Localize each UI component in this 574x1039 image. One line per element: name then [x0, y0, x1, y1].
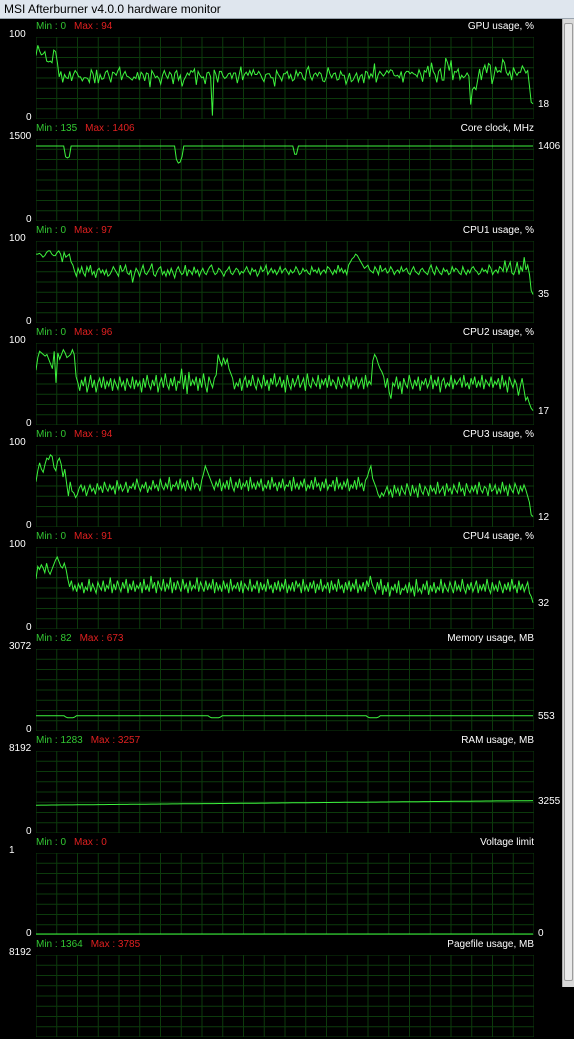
graph-title: CPU3 usage, % [462, 429, 534, 440]
max-value: Max : 3785 [90, 939, 141, 950]
min-value: Min : 0 [36, 531, 67, 542]
y-axis-max-label: 100 [9, 437, 26, 448]
graph-svg [36, 751, 534, 833]
y-axis-max-label: 3072 [9, 641, 32, 652]
min-value: Min : 82 [36, 633, 72, 644]
graph-svg [36, 955, 534, 1037]
current-value-label: 3255 [538, 796, 561, 807]
y-axis-max-label: 8192 [9, 743, 32, 754]
min-value: Min : 0 [36, 837, 67, 848]
graph-title: RAM usage, MB [461, 735, 534, 746]
current-value-label: 32 [538, 598, 550, 609]
current-value-label: 1406 [538, 141, 561, 152]
graph-title: CPU4 usage, % [462, 531, 534, 542]
graph-panel-gpu-usage: Min : 0 Max : 94 GPU usage, % 100 0 18 [0, 19, 562, 123]
min-max-readout: Min : 0 Max : 0 [36, 837, 107, 848]
graph-plot-area [36, 343, 534, 425]
graph-panel-memory-usage: Min : 82 Max : 673 Memory usage, MB 3072 0 55… [0, 631, 562, 735]
y-axis-max-label: 8192 [9, 947, 32, 958]
graph-panel-core-clock: Min : 135 Max : 1406 Core clock, MHz 1500 0 1… [0, 121, 562, 225]
graph-panel-cpu1-usage: Min : 0 Max : 97 CPU1 usage, % 100 0 35 [0, 223, 562, 327]
graph-panel-cpu4-usage: Min : 0 Max : 91 CPU4 usage, % 100 0 32 [0, 529, 562, 633]
max-value: Max : 91 [74, 531, 113, 542]
min-max-readout: Min : 0 Max : 94 [36, 429, 112, 440]
graph-svg [36, 139, 534, 221]
y-axis-max-label: 100 [9, 539, 26, 550]
min-value: Min : 0 [36, 429, 67, 440]
min-value: Min : 1364 [36, 939, 83, 950]
graph-title: CPU2 usage, % [462, 327, 534, 338]
graph-plot-area [36, 853, 534, 935]
graph-title: Voltage limit [480, 837, 534, 848]
max-value: Max : 0 [74, 837, 107, 848]
y-axis-max-label: 100 [9, 335, 26, 346]
graph-svg [36, 445, 534, 527]
graph-title: Core clock, MHz [460, 123, 534, 134]
graph-panel-ram-usage: Min : 1283 Max : 3257 RAM usage, MB 8192 0 32… [0, 733, 562, 837]
current-value-label: 35 [538, 289, 550, 300]
min-max-readout: Min : 82 Max : 673 [36, 633, 124, 644]
graph-title: CPU1 usage, % [462, 225, 534, 236]
graph-panel-cpu3-usage: Min : 0 Max : 94 CPU3 usage, % 100 0 12 [0, 427, 562, 531]
max-value: Max : 94 [74, 429, 113, 440]
graph-title: GPU usage, % [467, 21, 534, 32]
min-max-readout: Min : 0 Max : 94 [36, 21, 112, 32]
graph-panel-voltage-limit: Min : 0 Max : 0 Voltage limit 1 0 0 [0, 835, 562, 939]
max-value: Max : 96 [74, 327, 113, 338]
current-value-label: 18 [538, 99, 550, 110]
min-value: Min : 0 [36, 21, 67, 32]
min-max-readout: Min : 1283 Max : 3257 [36, 735, 140, 746]
graph-svg [36, 241, 534, 323]
max-value: Max : 97 [74, 225, 113, 236]
graph-svg [36, 37, 534, 119]
max-value: Max : 673 [79, 633, 124, 644]
graph-plot-area [36, 37, 534, 119]
graph-svg [36, 547, 534, 629]
min-value: Min : 0 [36, 327, 67, 338]
min-value: Min : 0 [36, 225, 67, 236]
graph-svg [36, 853, 534, 935]
current-value-label: 553 [538, 711, 555, 722]
min-max-readout: Min : 1364 Max : 3785 [36, 939, 140, 950]
vertical-scrollbar[interactable] [562, 19, 574, 987]
y-axis-max-label: 1500 [9, 131, 32, 142]
min-max-readout: Min : 0 Max : 91 [36, 531, 112, 542]
min-max-readout: Min : 135 Max : 1406 [36, 123, 135, 134]
graph-svg [36, 649, 534, 731]
graph-plot-area [36, 649, 534, 731]
graph-plot-area [36, 751, 534, 833]
graph-plot-area [36, 445, 534, 527]
graph-plot-area [36, 547, 534, 629]
min-max-readout: Min : 0 Max : 97 [36, 225, 112, 236]
max-value: Max : 3257 [90, 735, 141, 746]
min-value: Min : 1283 [36, 735, 83, 746]
y-axis-max-label: 100 [9, 29, 26, 40]
graph-svg [36, 343, 534, 425]
min-value: Min : 135 [36, 123, 78, 134]
y-axis-max-label: 1 [9, 845, 15, 856]
scrollbar-thumb[interactable] [564, 23, 573, 981]
y-axis-max-label: 100 [9, 233, 26, 244]
graph-title: Memory usage, MB [447, 633, 534, 644]
current-value-label: 17 [538, 406, 550, 417]
current-value-label: 12 [538, 512, 550, 523]
graph-panel-cpu2-usage: Min : 0 Max : 96 CPU2 usage, % 100 0 17 [0, 325, 562, 429]
max-value: Max : 1406 [85, 123, 135, 134]
graph-plot-area [36, 241, 534, 323]
graph-title: Pagefile usage, MB [447, 939, 534, 950]
max-value: Max : 94 [74, 21, 113, 32]
graph-plot-area [36, 955, 534, 1037]
graph-plot-area [36, 139, 534, 221]
window-title: MSI Afterburner v4.0.0 hardware monitor [4, 2, 221, 16]
window-titlebar[interactable]: MSI Afterburner v4.0.0 hardware monitor [0, 0, 574, 19]
min-max-readout: Min : 0 Max : 96 [36, 327, 112, 338]
graph-panel-pagefile-usage: Min : 1364 Max : 3785 Pagefile usage, MB 81… [0, 937, 562, 1039]
